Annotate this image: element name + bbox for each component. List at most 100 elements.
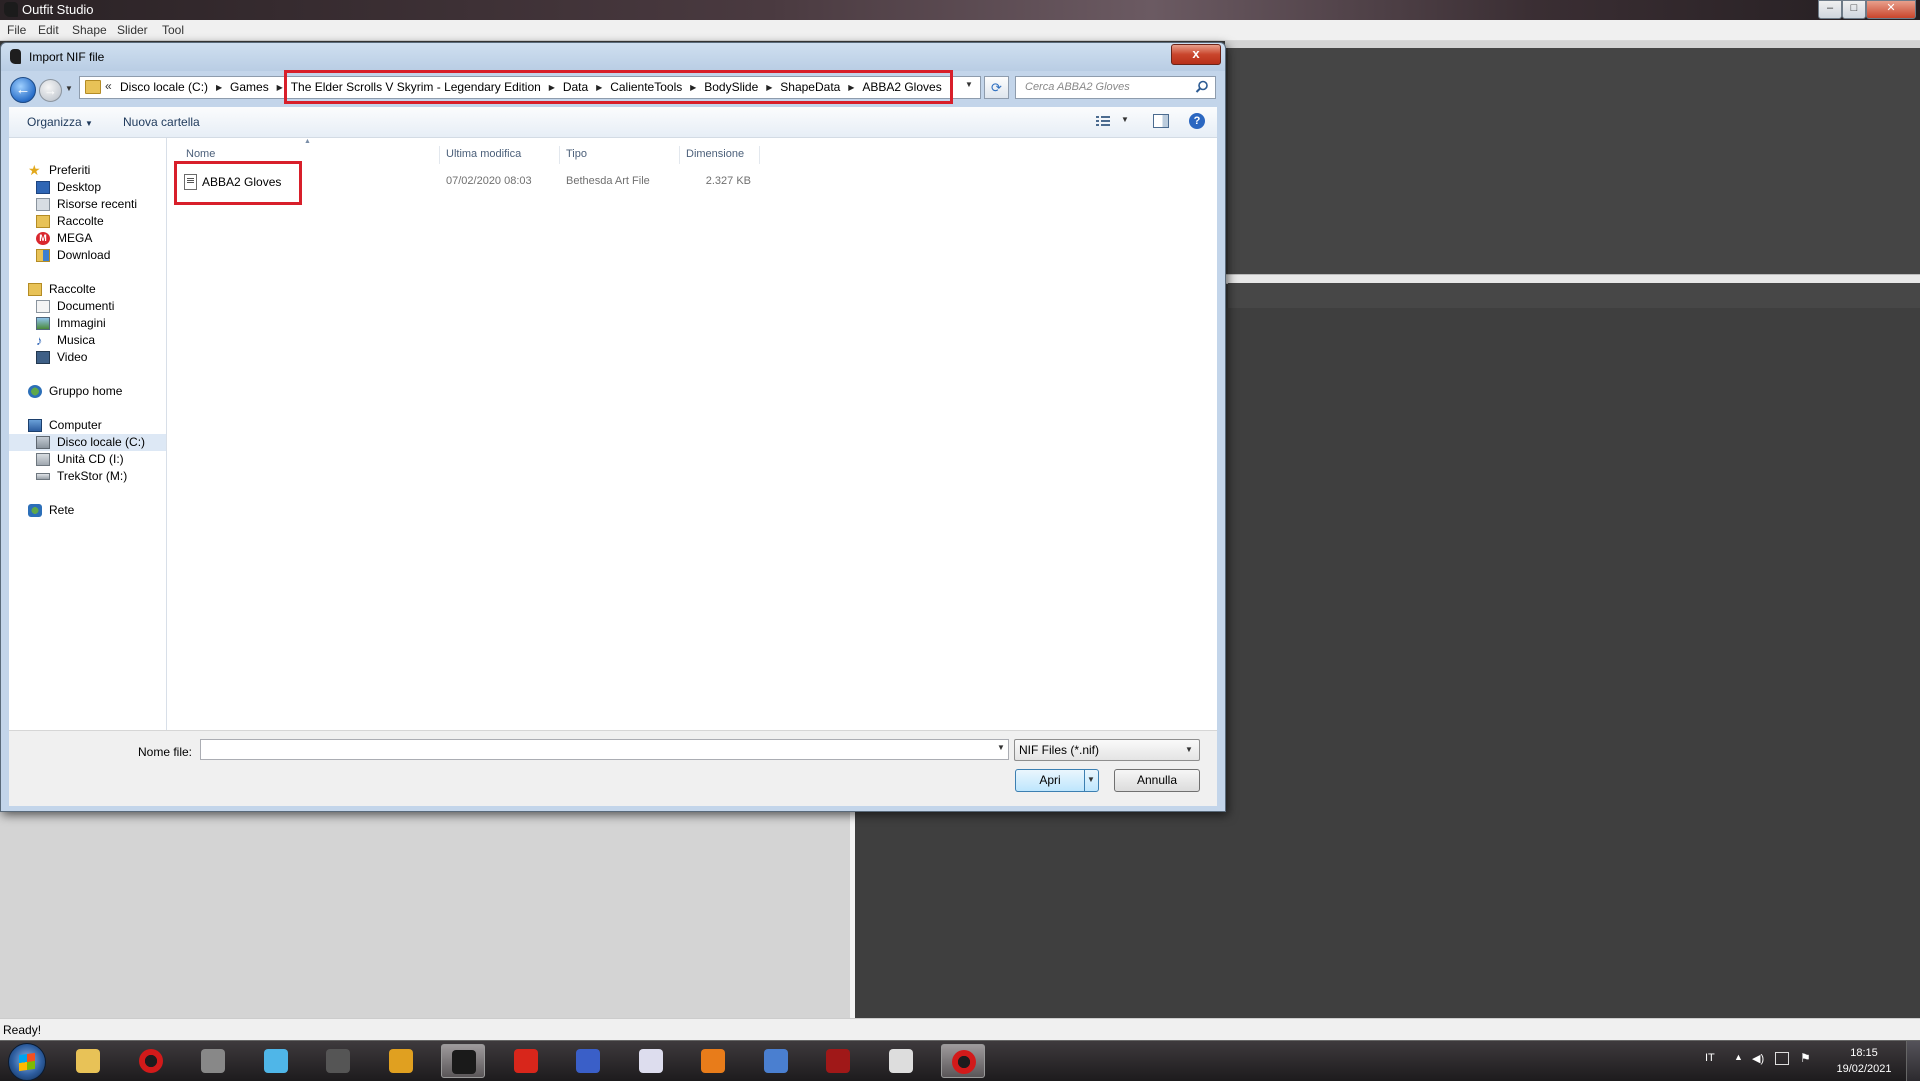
column-header-size[interactable]: Dimensione bbox=[686, 148, 744, 160]
file-type-select[interactable]: NIF Files (*.nif) ▼ bbox=[1014, 739, 1200, 761]
taskbar-app-button[interactable] bbox=[566, 1044, 610, 1078]
desktop-icon bbox=[36, 181, 50, 194]
taskbar-app-button[interactable] bbox=[254, 1044, 298, 1078]
chevron-down-icon[interactable]: ▼ bbox=[1121, 115, 1129, 124]
column-header-name[interactable]: Nome bbox=[186, 148, 215, 160]
tray-expand-icon[interactable]: ▲ bbox=[1734, 1052, 1743, 1062]
column-divider[interactable] bbox=[439, 146, 440, 164]
right-panel-header bbox=[1225, 41, 1920, 48]
nav-desktop[interactable]: Desktop bbox=[9, 179, 166, 196]
people-icon bbox=[889, 1049, 913, 1073]
crumb-games[interactable]: Games bbox=[230, 80, 269, 94]
overflow-chevron[interactable]: « bbox=[105, 79, 112, 93]
chevron-down-icon[interactable]: ▼ bbox=[1087, 775, 1095, 784]
chevron-right-icon[interactable]: ▶ bbox=[208, 83, 230, 92]
menu-tool[interactable]: Tool bbox=[162, 23, 184, 37]
chevron-down-icon[interactable]: ▼ bbox=[997, 743, 1005, 752]
taskbar-app-button[interactable] bbox=[66, 1044, 110, 1078]
nav-favorites[interactable]: ★ Preferiti bbox=[9, 162, 166, 179]
clock-date[interactable]: 19/02/2021 bbox=[1828, 1063, 1900, 1075]
taskbar-app-button[interactable] bbox=[691, 1044, 735, 1078]
status-text: Ready! bbox=[3, 1023, 42, 1037]
nav-network[interactable]: Rete bbox=[9, 502, 166, 519]
vertical-splitter[interactable] bbox=[850, 810, 855, 1018]
back-button[interactable]: ← bbox=[10, 77, 36, 103]
taskbar-app-button[interactable] bbox=[129, 1044, 173, 1078]
nav-pictures[interactable]: Immagini bbox=[9, 315, 166, 332]
column-divider[interactable] bbox=[559, 146, 560, 164]
action-center-flag-icon[interactable]: ⚑ bbox=[1800, 1051, 1811, 1065]
column-header-type[interactable]: Tipo bbox=[566, 148, 587, 160]
start-button[interactable] bbox=[8, 1043, 46, 1081]
help-icon[interactable]: ? bbox=[1189, 113, 1205, 129]
organize-button[interactable]: Organizza ▼ bbox=[27, 115, 93, 129]
taskbar-app-button[interactable] bbox=[191, 1044, 235, 1078]
recent-pages-dropdown-icon[interactable]: ▼ bbox=[65, 83, 75, 95]
taskbar-app-button[interactable] bbox=[754, 1044, 798, 1078]
nav-videos[interactable]: Video bbox=[9, 349, 166, 366]
nav-libraries[interactable]: Raccolte bbox=[9, 281, 166, 298]
nav-label: MEGA bbox=[57, 231, 93, 245]
xfire-icon bbox=[701, 1049, 725, 1073]
search-icon[interactable] bbox=[1195, 80, 1209, 94]
menu-edit[interactable]: Edit bbox=[38, 23, 59, 37]
nav-download[interactable]: Download bbox=[9, 247, 166, 264]
nav-label: Rete bbox=[49, 503, 75, 517]
menu-slider[interactable]: Slider bbox=[117, 23, 148, 37]
nav-raccolte-fav[interactable]: Raccolte bbox=[9, 213, 166, 230]
nav-computer[interactable]: Computer bbox=[9, 417, 166, 434]
show-desktop-button[interactable] bbox=[1906, 1041, 1920, 1081]
refresh-button[interactable]: ⟳ bbox=[984, 76, 1009, 99]
search-placeholder: Cerca ABBA2 Gloves bbox=[1025, 81, 1130, 93]
app-close-button[interactable]: ✕ bbox=[1866, 0, 1916, 19]
volume-icon[interactable]: ◀) bbox=[1752, 1052, 1766, 1066]
minimize-button[interactable]: – bbox=[1818, 0, 1842, 19]
nav-homegroup[interactable]: Gruppo home bbox=[9, 383, 166, 400]
taskbar-app-button[interactable] bbox=[941, 1044, 985, 1078]
column-divider[interactable] bbox=[679, 146, 680, 164]
taskbar-app-button[interactable] bbox=[441, 1044, 485, 1078]
filename-input[interactable]: ▼ bbox=[200, 739, 1009, 760]
dialog-close-button[interactable]: x bbox=[1171, 44, 1221, 65]
taskbar-app-button[interactable] bbox=[316, 1044, 360, 1078]
preview-pane-icon[interactable] bbox=[1153, 114, 1169, 128]
language-indicator[interactable]: IT bbox=[1705, 1052, 1715, 1064]
download-folder-icon bbox=[36, 249, 50, 262]
column-divider[interactable] bbox=[759, 146, 760, 164]
view-options-icon[interactable] bbox=[1095, 114, 1111, 128]
nav-label: Raccolte bbox=[57, 214, 104, 228]
taskbar-app-button[interactable] bbox=[879, 1044, 923, 1078]
search-input[interactable]: Cerca ABBA2 Gloves bbox=[1015, 76, 1216, 99]
maximize-button[interactable]: □ bbox=[1842, 0, 1866, 19]
menu-shape[interactable]: Shape bbox=[72, 23, 107, 37]
recent-places-icon bbox=[36, 198, 50, 211]
address-dropdown-icon[interactable]: ▼ bbox=[965, 80, 977, 89]
nav-documents[interactable]: Documenti bbox=[9, 298, 166, 315]
app-titlebar: Outfit Studio – □ ✕ bbox=[0, 0, 1920, 20]
forward-button[interactable]: → bbox=[39, 79, 62, 102]
open-button[interactable]: Apri ▼ bbox=[1015, 769, 1099, 792]
new-folder-button[interactable]: Nuova cartella bbox=[123, 115, 200, 129]
crumb-disco-locale[interactable]: Disco locale (C:) bbox=[120, 80, 208, 94]
nav-music[interactable]: ♪ Musica bbox=[9, 332, 166, 349]
nav-recent[interactable]: Risorse recenti bbox=[9, 196, 166, 213]
ffdec-icon bbox=[576, 1049, 600, 1073]
nav-local-disk[interactable]: Disco locale (C:) bbox=[9, 434, 166, 451]
nav-label: Raccolte bbox=[49, 282, 96, 296]
nav-cd-drive[interactable]: Unità CD (I:) bbox=[9, 451, 166, 468]
taskbar-app-button[interactable] bbox=[629, 1044, 673, 1078]
menu-file[interactable]: File bbox=[7, 23, 26, 37]
nav-label: Risorse recenti bbox=[57, 197, 138, 211]
opera-icon bbox=[139, 1049, 163, 1073]
nav-mega[interactable]: M MEGA bbox=[9, 230, 166, 247]
taskbar-app-button[interactable] bbox=[379, 1044, 423, 1078]
taskbar-app-button[interactable] bbox=[816, 1044, 860, 1078]
nav-trekstor[interactable]: TrekStor (M:) bbox=[9, 468, 166, 485]
taskbar-app-button[interactable] bbox=[504, 1044, 548, 1078]
network-tray-icon[interactable] bbox=[1775, 1052, 1789, 1065]
cancel-button[interactable]: Annulla bbox=[1114, 769, 1200, 792]
file-highlight-box bbox=[174, 161, 302, 205]
file-modified: 07/02/2020 08:03 bbox=[446, 175, 532, 187]
clock-time[interactable]: 18:15 bbox=[1834, 1047, 1894, 1059]
column-header-modified[interactable]: Ultima modifica bbox=[446, 148, 521, 160]
